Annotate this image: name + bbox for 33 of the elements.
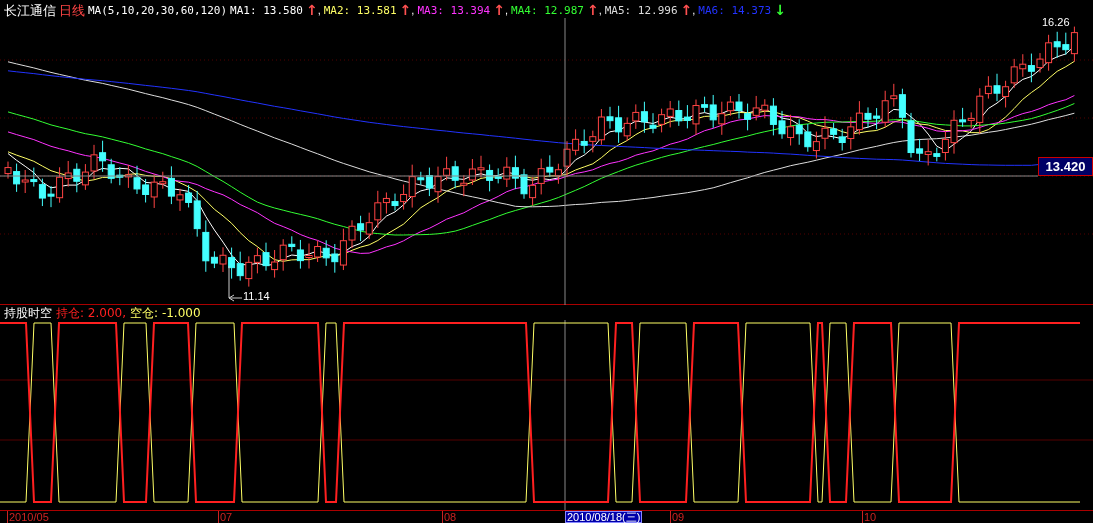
trend-arrow: ↑ [680, 3, 693, 17]
date-label: 2010/05 [7, 511, 49, 523]
trend-arrow: ↑ [586, 3, 599, 17]
indicator-value: 持仓: 2.000, [56, 306, 127, 319]
indicator-value: MA6: 14.373 [698, 4, 772, 16]
ma-parameters: MA(5,10,20,30,60,120) [88, 4, 228, 16]
period-label: 日线 [59, 3, 85, 17]
indicator-value: MA1: 13.580 [230, 4, 303, 16]
low-price-label: 11.14 [243, 291, 270, 302]
high-price-label: 16.26 [1042, 17, 1070, 28]
date-label: 08 [442, 511, 457, 523]
date-label: 07 [218, 511, 233, 523]
trend-arrow: ↑ [493, 3, 505, 17]
separator-text: , [692, 4, 696, 16]
indicator-value: MA3: 13.394 [417, 4, 491, 16]
indicator-value: MA5: 12.996 [604, 4, 678, 16]
indicator-value: MA4: 12.987 [511, 4, 584, 16]
leader-line [228, 265, 243, 302]
trend-arrow: ↑ [399, 3, 412, 17]
indicator-title: 持股时空 [4, 306, 52, 319]
date-label: 09 [670, 511, 685, 523]
separator-text: , [598, 4, 602, 16]
cursor-date-label: 2010/08/18(三) [565, 511, 643, 523]
price-tag: 13.420 [1038, 157, 1093, 176]
trend-arrow: ↓ [774, 3, 786, 17]
stock-name: 长江通信 [4, 3, 56, 17]
indicator-value: 空仓: -1.000 [130, 306, 201, 319]
date-label: 10 [862, 511, 877, 523]
separator-text: , [411, 4, 415, 16]
separator-text: , [505, 4, 509, 16]
separator-text: , [317, 4, 321, 16]
indicator-value: MA2: 13.581 [323, 4, 397, 16]
trend-arrow: ↑ [305, 3, 318, 17]
